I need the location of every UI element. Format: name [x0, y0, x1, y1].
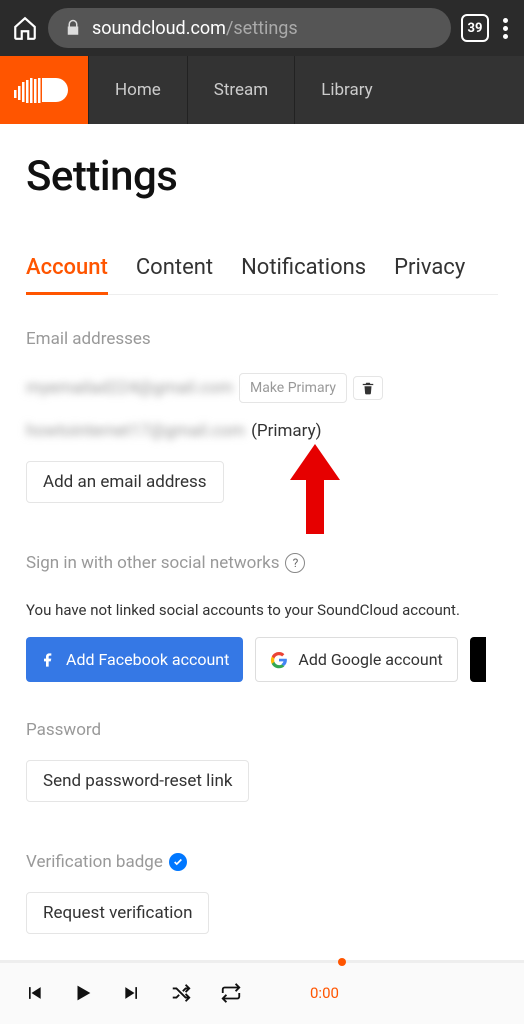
social-heading-text: Sign in with other social networks — [26, 553, 279, 573]
browser-menu-icon[interactable] — [499, 18, 512, 39]
social-section-heading: Sign in with other social networks ? — [26, 553, 498, 573]
tab-account[interactable]: Account — [26, 255, 108, 295]
player-bar: 0:00 — [0, 960, 524, 1024]
nav-home[interactable]: Home — [88, 56, 187, 124]
tab-privacy[interactable]: Privacy — [394, 255, 465, 294]
verified-badge-icon — [169, 853, 187, 871]
delete-email-button[interactable] — [353, 376, 383, 400]
page-title: Settings — [26, 152, 498, 201]
play-icon[interactable] — [72, 982, 94, 1004]
partial-button-edge[interactable] — [470, 637, 486, 682]
progress-track[interactable] — [0, 961, 524, 963]
email-row-primary: howtointernet17@gmail.com (Primary) — [26, 421, 498, 441]
social-info-text: You have not linked social accounts to y… — [26, 601, 498, 619]
tab-count-badge[interactable]: 39 — [461, 14, 489, 42]
add-facebook-button[interactable]: Add Facebook account — [26, 637, 243, 682]
trash-icon — [361, 380, 375, 396]
nav-library[interactable]: Library — [294, 56, 398, 124]
primary-label: (Primary) — [251, 421, 321, 441]
next-track-icon[interactable] — [122, 983, 142, 1003]
tab-notifications[interactable]: Notifications — [241, 255, 366, 294]
url-bar[interactable]: soundcloud.com/settings — [48, 8, 451, 48]
add-google-button[interactable]: Add Google account — [255, 637, 457, 682]
request-verification-button[interactable]: Request verification — [26, 892, 209, 934]
progress-handle[interactable] — [338, 958, 346, 966]
repeat-icon[interactable] — [220, 982, 242, 1004]
email-address: howtointernet17@gmail.com — [26, 421, 245, 441]
email-row-secondary: myemailad224@gmail.com Make Primary — [26, 373, 498, 403]
lock-icon — [64, 19, 82, 37]
make-primary-button[interactable]: Make Primary — [239, 373, 347, 403]
player-current-time: 0:00 — [310, 984, 339, 1002]
tab-content[interactable]: Content — [136, 255, 213, 294]
facebook-button-label: Add Facebook account — [66, 650, 229, 669]
help-icon[interactable]: ? — [285, 553, 305, 573]
add-email-button[interactable]: Add an email address — [26, 461, 224, 503]
password-section-heading: Password — [26, 720, 498, 740]
email-section-heading: Email addresses — [26, 329, 498, 349]
site-navigation: Home Stream Library — [0, 56, 524, 124]
password-reset-button[interactable]: Send password-reset link — [26, 760, 249, 802]
social-buttons-row: Add Facebook account Add Google account — [26, 637, 498, 682]
browser-address-bar: soundcloud.com/settings 39 — [0, 0, 524, 56]
shuffle-icon[interactable] — [170, 982, 192, 1004]
google-button-label: Add Google account — [298, 650, 442, 669]
facebook-icon — [40, 652, 56, 668]
previous-track-icon[interactable] — [24, 983, 44, 1003]
google-icon — [270, 651, 288, 669]
verification-section-heading: Verification badge — [26, 852, 498, 872]
url-text: soundcloud.com/settings — [92, 18, 298, 39]
browser-home-icon[interactable] — [12, 15, 38, 41]
settings-tabs: Account Content Notifications Privacy — [26, 255, 498, 295]
soundcloud-logo[interactable] — [0, 56, 88, 124]
email-address: myemailad224@gmail.com — [26, 378, 233, 398]
verification-heading-text: Verification badge — [26, 852, 163, 872]
nav-stream[interactable]: Stream — [187, 56, 294, 124]
